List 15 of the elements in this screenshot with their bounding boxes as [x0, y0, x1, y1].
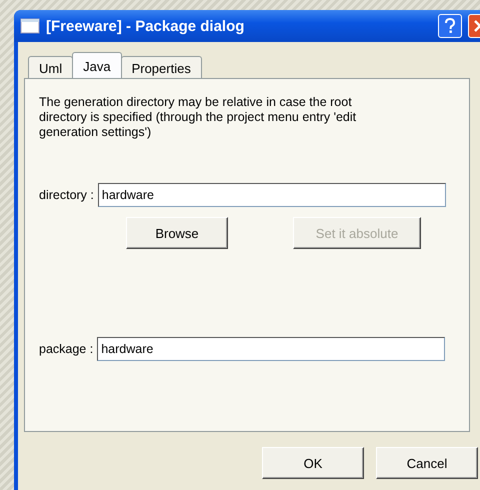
field-label: directory :: [39, 188, 94, 202]
tab[interactable]: Java: [72, 52, 122, 78]
field-label: package :: [39, 342, 94, 356]
window-icon: [20, 18, 40, 34]
description-text: The generation directory may be relative in case the root directory is specified (through the project menu entry 'edit generation settings'): [39, 95, 358, 140]
browse-button[interactable]: Browse: [126, 217, 228, 249]
help-button[interactable]: [438, 14, 462, 38]
cancel-button[interactable]: Cancel: [376, 447, 478, 479]
window-title: [Freeware] - Package dialog: [46, 18, 246, 34]
directory-field[interactable]: hardware: [98, 183, 446, 207]
tab[interactable]: Properties: [120, 56, 202, 78]
ok-button[interactable]: OK: [262, 447, 364, 479]
tab[interactable]: Uml: [28, 56, 74, 78]
help-icon: [444, 18, 456, 34]
package-field[interactable]: hardware: [97, 337, 446, 361]
